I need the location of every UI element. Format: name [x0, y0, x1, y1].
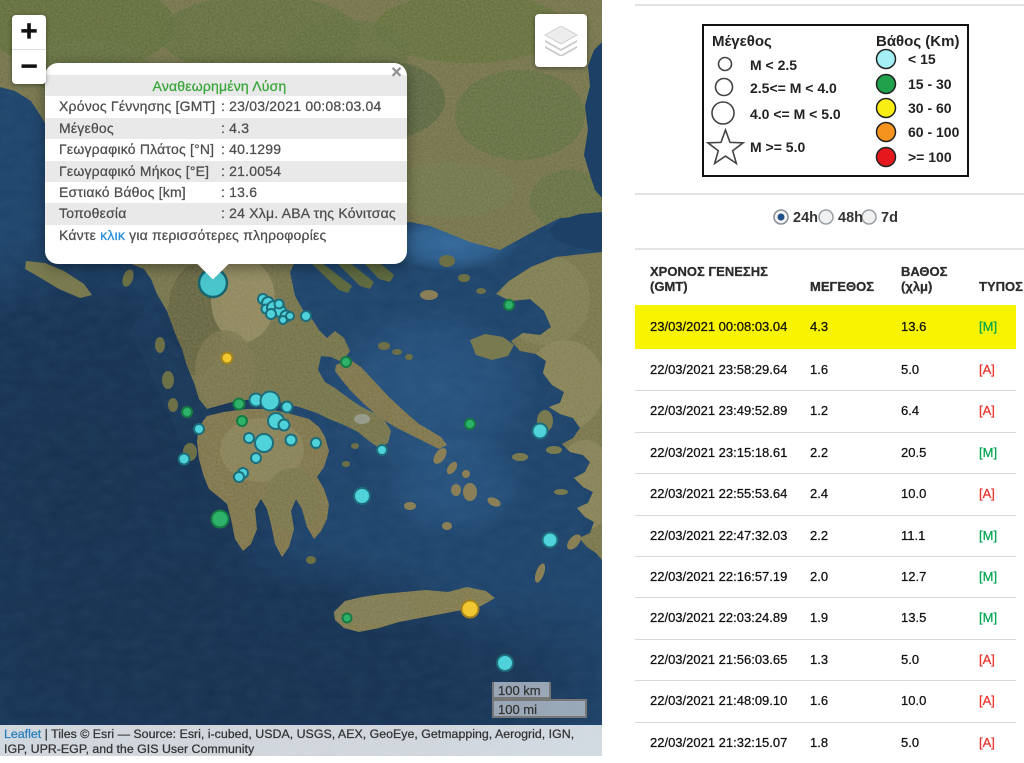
svg-text:M >= 5.0: M >= 5.0: [750, 139, 805, 155]
svg-text:30 - 60: 30 - 60: [908, 100, 952, 116]
svg-text:48h: 48h: [838, 210, 863, 226]
svg-text:Βάθος (Km): Βάθος (Km): [876, 33, 959, 50]
svg-text:4.0 <= M < 5.0: 4.0 <= M < 5.0: [750, 106, 841, 122]
svg-text:24h: 24h: [793, 210, 818, 226]
svg-text:7d: 7d: [881, 210, 898, 226]
svg-text:Μέγεθος: Μέγεθος: [712, 33, 772, 50]
svg-text:2.5<= M < 4.0: 2.5<= M < 4.0: [750, 80, 837, 96]
svg-text:< 15: < 15: [908, 51, 936, 67]
svg-text:>= 100: >= 100: [908, 149, 952, 165]
svg-text:M < 2.5: M < 2.5: [750, 57, 797, 73]
svg-text:60 - 100: 60 - 100: [908, 124, 960, 140]
svg-text:15 - 30: 15 - 30: [908, 76, 952, 92]
